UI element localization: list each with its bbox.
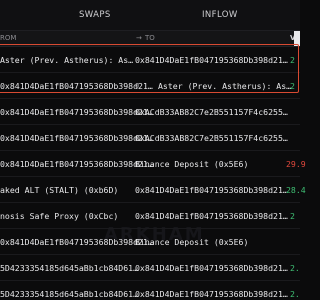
table-row[interactable]: 0x841D4DaE1fB047195368Db398d21… 0xACdB33… xyxy=(0,99,300,125)
table-row[interactable]: 0x841D4DaE1fB047195368Db398d21… Binance … xyxy=(0,151,306,177)
from-cell[interactable]: nosis Safe Proxy (0xCbc) xyxy=(0,211,118,221)
to-cell[interactable]: Binance Deposit (0x5E6) xyxy=(135,237,248,247)
to-cell[interactable]: 0x841D4DaE1fB047195368Db398d21… xyxy=(135,211,288,221)
to-cell[interactable]: 0x841D4DaE1fB047195368Db398d21… xyxy=(135,185,288,195)
value-cell: 29.9 xyxy=(286,159,306,169)
value-cell: 2. xyxy=(290,289,300,299)
from-cell[interactable]: 5D4233354185d645aBb1cb84D61… xyxy=(0,263,138,273)
table-row[interactable]: 0x841D4DaE1fB047195368Db398d21… 0xACdB33… xyxy=(0,125,300,151)
selection-highlight xyxy=(0,44,299,93)
from-cell[interactable]: 0x841D4DaE1fB047195368Db398d21… xyxy=(0,133,153,143)
arrow-right-icon: → xyxy=(136,34,142,42)
tab-bar: SWAPS INFLOW xyxy=(0,0,300,31)
tab-swaps[interactable]: SWAPS xyxy=(79,10,111,20)
column-header-to[interactable]: TO xyxy=(145,34,155,42)
from-cell[interactable]: 0x841D4DaE1fB047195368Db398d21… xyxy=(0,237,153,247)
table-row[interactable]: aked ALT (STALT) (0xb6D) 0x841D4DaE1fB04… xyxy=(0,177,306,203)
value-cell: 28.4 xyxy=(286,185,306,195)
to-cell[interactable]: 0x841D4DaE1fB047195368Db398d21… xyxy=(135,263,288,273)
from-cell[interactable]: 0x841D4DaE1fB047195368Db398d21… xyxy=(0,159,153,169)
table-row[interactable]: 5D4233354185d645aBb1cb84D61… 0x841D4DaE1… xyxy=(0,255,300,281)
table-row[interactable]: nosis Safe Proxy (0xCbc) 0x841D4DaE1fB04… xyxy=(0,203,300,229)
from-cell[interactable]: aked ALT (STALT) (0xb6D) xyxy=(0,185,118,195)
value-cell: 2. xyxy=(290,263,300,273)
to-cell[interactable]: 0xACdB33AB82C7e2B551157F4c6255… xyxy=(135,133,288,143)
from-cell[interactable]: 5D4233354185d645aBb1cb84D61… xyxy=(0,289,138,299)
value-cell: 2 xyxy=(290,211,295,221)
tab-inflow[interactable]: INFLOW xyxy=(202,10,238,20)
column-header-from[interactable]: ROM xyxy=(0,34,16,42)
to-cell[interactable]: 0x841D4DaE1fB047195368Db398d21… xyxy=(135,289,288,299)
to-cell[interactable]: Binance Deposit (0x5E6) xyxy=(135,159,248,169)
to-cell[interactable]: 0xACdB33AB82C7e2B551157F4c6255… xyxy=(135,107,288,117)
table-row[interactable]: 0x841D4DaE1fB047195368Db398d21… Binance … xyxy=(0,229,300,255)
from-cell[interactable]: 0x841D4DaE1fB047195368Db398d21… xyxy=(0,107,153,117)
table-row[interactable]: 5D4233354185d645aBb1cb84D61… 0x841D4DaE1… xyxy=(0,281,300,300)
